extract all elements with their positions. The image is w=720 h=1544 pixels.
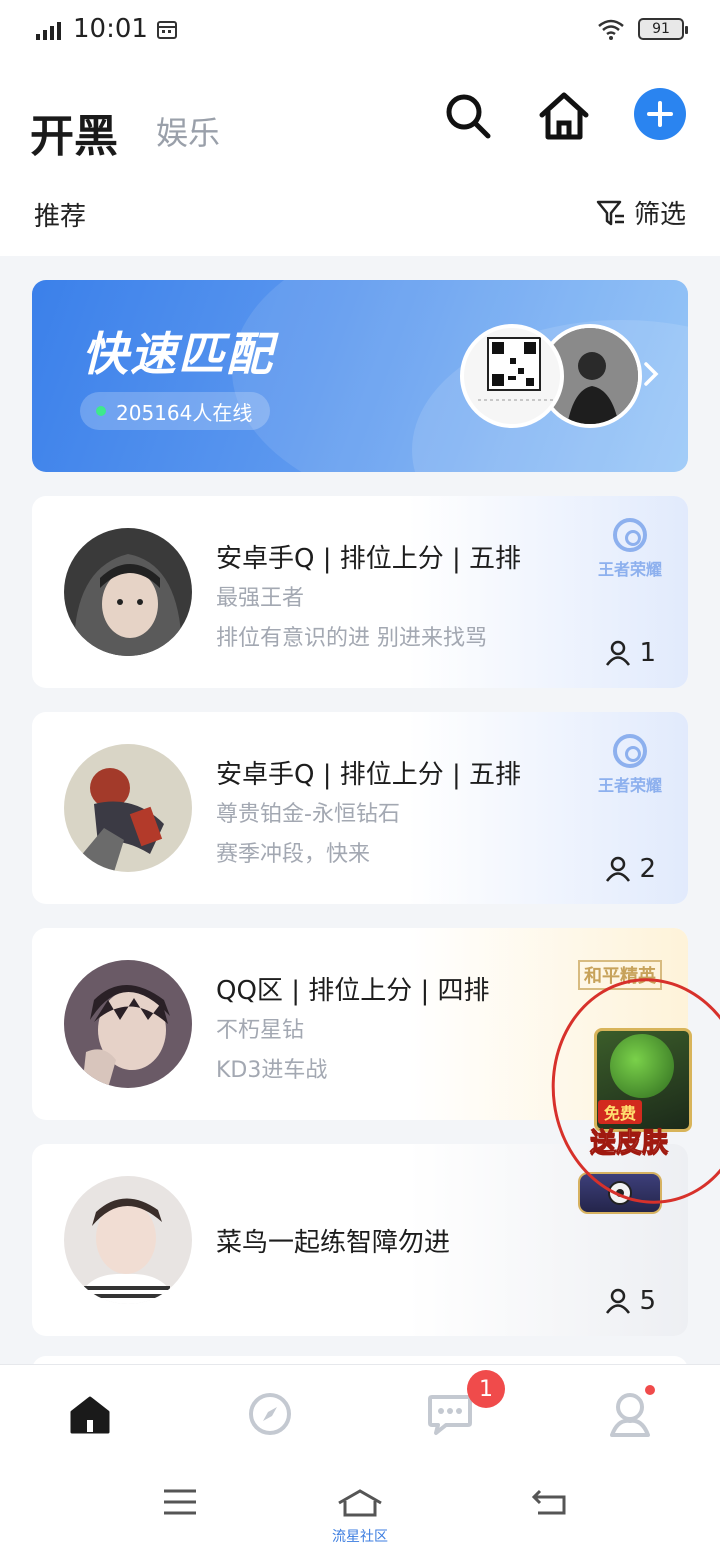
chevron-right-icon: [642, 360, 662, 396]
status-time: 10:01: [73, 14, 148, 44]
home-filled-icon: [70, 1396, 110, 1434]
filter-icon: [596, 200, 624, 225]
battery-indicator: 91: [638, 18, 688, 40]
filter-button[interactable]: 筛选: [596, 194, 686, 231]
online-count: 205164人在线: [116, 400, 253, 425]
honor-of-kings-icon: [613, 734, 647, 768]
quick-match-banner[interactable]: 快速匹配 205164人在线: [32, 280, 688, 472]
banner-title: 快速匹配: [82, 327, 274, 381]
room-card[interactable]: 安卓手Q | 排位上分 | 五排 尊贵铂金-永恒钻石 赛季冲段，快来 王者荣耀 …: [32, 712, 688, 904]
search-icon[interactable]: [438, 86, 498, 146]
system-nav-label: 流星社区: [332, 1529, 388, 1544]
room-card[interactable]: 安卓手Q | 排位上分 | 五排 最强王者 排位有意识的进 别进来找骂 王者荣耀…: [32, 496, 688, 688]
online-dot-icon: [96, 406, 106, 416]
room-desc: 赛季冲段，快来: [216, 842, 371, 867]
section-recommend[interactable]: 推荐: [34, 196, 86, 233]
room-title: 菜鸟一起练智障勿进: [216, 1228, 451, 1258]
chat-icon: [428, 1395, 472, 1435]
profile-dot-badge: [643, 1383, 657, 1397]
honor-of-kings-icon: [613, 518, 647, 552]
room-rank: 最强王者: [216, 586, 305, 611]
filter-label: 筛选: [633, 200, 686, 230]
room-desc: 排位有意识的进 别进来找骂: [216, 626, 487, 651]
room-title: 安卓手Q | 排位上分 | 五排: [216, 544, 522, 574]
room-title: QQ区 | 排位上分 | 四排: [216, 976, 490, 1006]
game-logo-wzry: 王者荣耀: [592, 734, 668, 804]
create-room-button[interactable]: [634, 88, 686, 140]
game-logo-wzry: 王者荣耀: [592, 518, 668, 588]
bottom-nav: [0, 1364, 720, 1460]
avatar: [64, 528, 192, 656]
avatar: [64, 960, 192, 1088]
member-count: 1: [605, 638, 656, 668]
back-icon[interactable]: [520, 1482, 580, 1522]
message-badge: 1: [467, 1370, 505, 1408]
calendar-icon: [156, 21, 177, 39]
person-icon: [606, 856, 631, 882]
online-count-pill: 205164人在线: [80, 392, 271, 430]
plus-icon: [647, 101, 673, 127]
banner-avatar-1: [460, 324, 564, 428]
home-icon[interactable]: [534, 86, 594, 146]
system-home-icon[interactable]: [330, 1482, 390, 1522]
compass-icon: [249, 1393, 291, 1435]
member-count: 2: [605, 854, 656, 884]
status-bar: 10:01 91: [0, 0, 720, 58]
room-rank: 尊贵铂金-永恒钻石: [216, 802, 400, 827]
avatar: [64, 744, 192, 872]
room-desc: KD3进车战: [216, 1058, 328, 1083]
person-icon: [606, 1288, 631, 1314]
signal-icon: [36, 18, 61, 40]
system-nav: 流星社区: [0, 1460, 720, 1544]
person-icon: [606, 640, 631, 666]
member-count: 5: [605, 1286, 656, 1316]
avatar: [64, 1176, 192, 1304]
nav-discover[interactable]: [240, 1387, 300, 1441]
profile-icon: [610, 1393, 650, 1437]
nav-home[interactable]: [60, 1387, 120, 1441]
wifi-icon: [598, 19, 624, 40]
room-title: 安卓手Q | 排位上分 | 五排: [216, 760, 522, 790]
tab-kaihei[interactable]: 开黑: [30, 100, 118, 164]
header: 开黑 娱乐 推荐 筛选: [0, 58, 720, 256]
room-rank: 不朽星钻: [216, 1018, 305, 1043]
menu-icon[interactable]: [150, 1482, 210, 1522]
tab-yule[interactable]: 娱乐: [156, 108, 220, 154]
